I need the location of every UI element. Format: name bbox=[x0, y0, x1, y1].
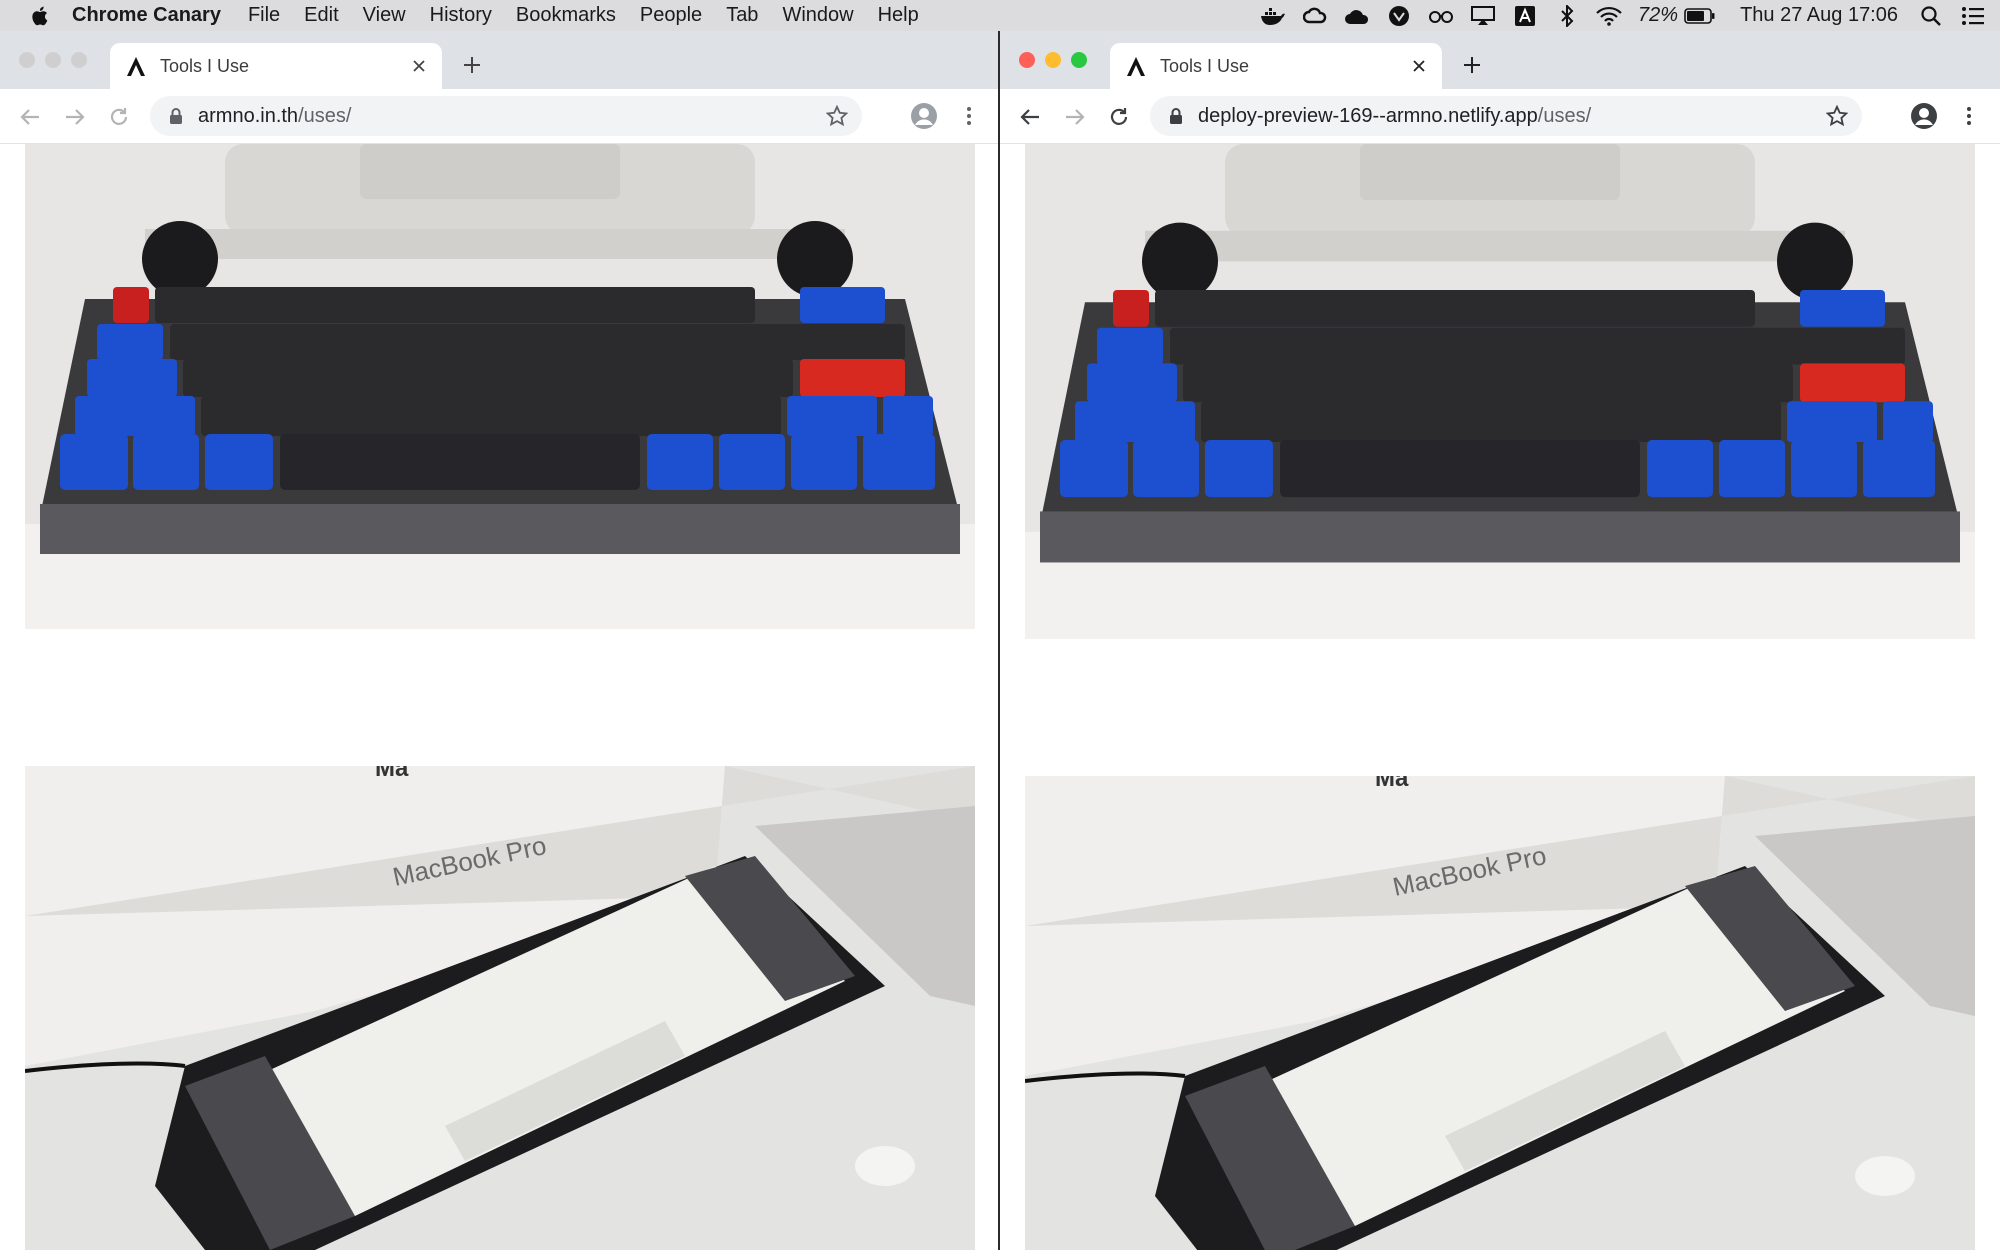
photo-blue-keyboard bbox=[1025, 144, 1975, 639]
battery-percentage: 72% bbox=[1638, 4, 1679, 26]
spotlight-icon[interactable] bbox=[1918, 5, 1944, 27]
forward-button[interactable] bbox=[60, 102, 90, 132]
minimize-window-button[interactable] bbox=[45, 52, 61, 68]
url-host: deploy-preview-169--armno.netlify.app bbox=[1198, 104, 1538, 127]
creative-cloud-icon[interactable] bbox=[1302, 5, 1328, 27]
menu-help[interactable]: Help bbox=[878, 4, 919, 27]
glasses-icon[interactable] bbox=[1428, 5, 1454, 27]
browser-menu-button[interactable] bbox=[1962, 102, 1976, 130]
minimize-window-button[interactable] bbox=[1045, 52, 1061, 68]
tab-tools-i-use[interactable]: Tools I Use bbox=[110, 43, 442, 89]
photo-blue-keyboard bbox=[25, 144, 975, 629]
browser-window-right: Tools I Use deploy-preview-169--armno.ne… bbox=[1000, 31, 2000, 1250]
lock-icon bbox=[170, 108, 182, 124]
input-source-icon[interactable] bbox=[1512, 5, 1538, 27]
menu-app-name[interactable]: Chrome Canary bbox=[72, 4, 221, 27]
tab-strip: Tools I Use bbox=[0, 31, 1000, 89]
menu-people[interactable]: People bbox=[640, 4, 702, 27]
close-tab-icon[interactable] bbox=[1406, 53, 1432, 79]
menu-history[interactable]: History bbox=[430, 4, 492, 27]
site-favicon-icon bbox=[127, 57, 145, 76]
lock-icon bbox=[1170, 108, 1182, 124]
address-bar[interactable]: deploy-preview-169--armno.netlify.app/us… bbox=[1150, 96, 1862, 136]
cloud-icon[interactable] bbox=[1344, 5, 1370, 27]
new-tab-button[interactable] bbox=[1458, 51, 1486, 79]
url-text: deploy-preview-169--armno.netlify.app/us… bbox=[1198, 105, 1824, 128]
url-path: /uses/ bbox=[1537, 104, 1592, 127]
bluetooth-icon[interactable] bbox=[1554, 4, 1580, 27]
box-label-partial: Ma bbox=[1375, 776, 1409, 792]
zoom-window-button[interactable] bbox=[71, 52, 87, 68]
bookmark-star-icon[interactable] bbox=[824, 103, 850, 129]
airplay-icon[interactable] bbox=[1470, 5, 1496, 27]
menu-tab[interactable]: Tab bbox=[726, 4, 758, 27]
clock[interactable]: Thu 27 Aug 17:06 bbox=[1740, 4, 1898, 27]
bookmark-star-icon[interactable] bbox=[1824, 103, 1850, 129]
url-path: /uses/ bbox=[298, 104, 352, 127]
menu-bookmarks[interactable]: Bookmarks bbox=[516, 4, 616, 27]
page-content: MacBook Pro Ma bbox=[0, 144, 1000, 1250]
menu-bar: Chrome Canary File Edit View History Boo… bbox=[0, 0, 2000, 31]
menu-view[interactable]: View bbox=[363, 4, 406, 27]
keycaps bbox=[1060, 289, 1935, 498]
wifi-icon[interactable] bbox=[1596, 5, 1622, 27]
tab-title: Tools I Use bbox=[1160, 55, 1250, 76]
close-tab-icon[interactable] bbox=[406, 53, 432, 79]
site-favicon-icon bbox=[1127, 57, 1145, 76]
reload-button[interactable] bbox=[1104, 102, 1134, 132]
forward-button[interactable] bbox=[1060, 102, 1090, 132]
tab-strip: Tools I Use bbox=[1000, 31, 2000, 89]
control-center-icon[interactable] bbox=[1960, 5, 1986, 27]
profile-avatar-icon[interactable] bbox=[1910, 102, 1938, 130]
page-content: MacBook Pro Ma bbox=[1000, 144, 2000, 1250]
tab-tools-i-use[interactable]: Tools I Use bbox=[1110, 43, 1442, 89]
browser-toolbar: armno.in.th/uses/ bbox=[0, 89, 1000, 144]
zoom-window-button[interactable] bbox=[1071, 52, 1087, 68]
docker-icon[interactable] bbox=[1260, 5, 1286, 27]
keycaps bbox=[60, 287, 935, 490]
browser-menu-button[interactable] bbox=[962, 102, 976, 130]
close-window-button[interactable] bbox=[1019, 52, 1035, 68]
reload-button[interactable] bbox=[104, 102, 134, 132]
box-label-partial: Ma bbox=[375, 766, 409, 782]
address-bar[interactable]: armno.in.th/uses/ bbox=[150, 96, 862, 136]
battery-icon[interactable] bbox=[1684, 5, 1716, 27]
back-button[interactable] bbox=[1015, 102, 1045, 132]
browser-window-left: Tools I Use armno.in.th/uses/ MacBook Pr… bbox=[0, 31, 1000, 1250]
menu-window[interactable]: Window bbox=[782, 4, 853, 27]
back-button[interactable] bbox=[15, 102, 45, 132]
menu-file[interactable]: File bbox=[248, 4, 280, 27]
browser-toolbar: deploy-preview-169--armno.netlify.app/us… bbox=[1000, 89, 2000, 144]
menu-edit[interactable]: Edit bbox=[304, 4, 338, 27]
close-window-button[interactable] bbox=[19, 52, 35, 68]
tab-title: Tools I Use bbox=[160, 55, 250, 76]
profile-avatar-icon[interactable] bbox=[910, 102, 938, 130]
photo-white-keyboard: MacBook Pro Ma bbox=[1025, 776, 1975, 1250]
url-text: armno.in.th/uses/ bbox=[198, 105, 824, 128]
photo-white-keyboard: MacBook Pro Ma bbox=[25, 766, 975, 1250]
new-tab-button[interactable] bbox=[458, 51, 486, 79]
shield-icon[interactable] bbox=[1386, 5, 1412, 27]
url-host: armno.in.th bbox=[198, 104, 299, 127]
apple-icon[interactable] bbox=[29, 5, 49, 27]
